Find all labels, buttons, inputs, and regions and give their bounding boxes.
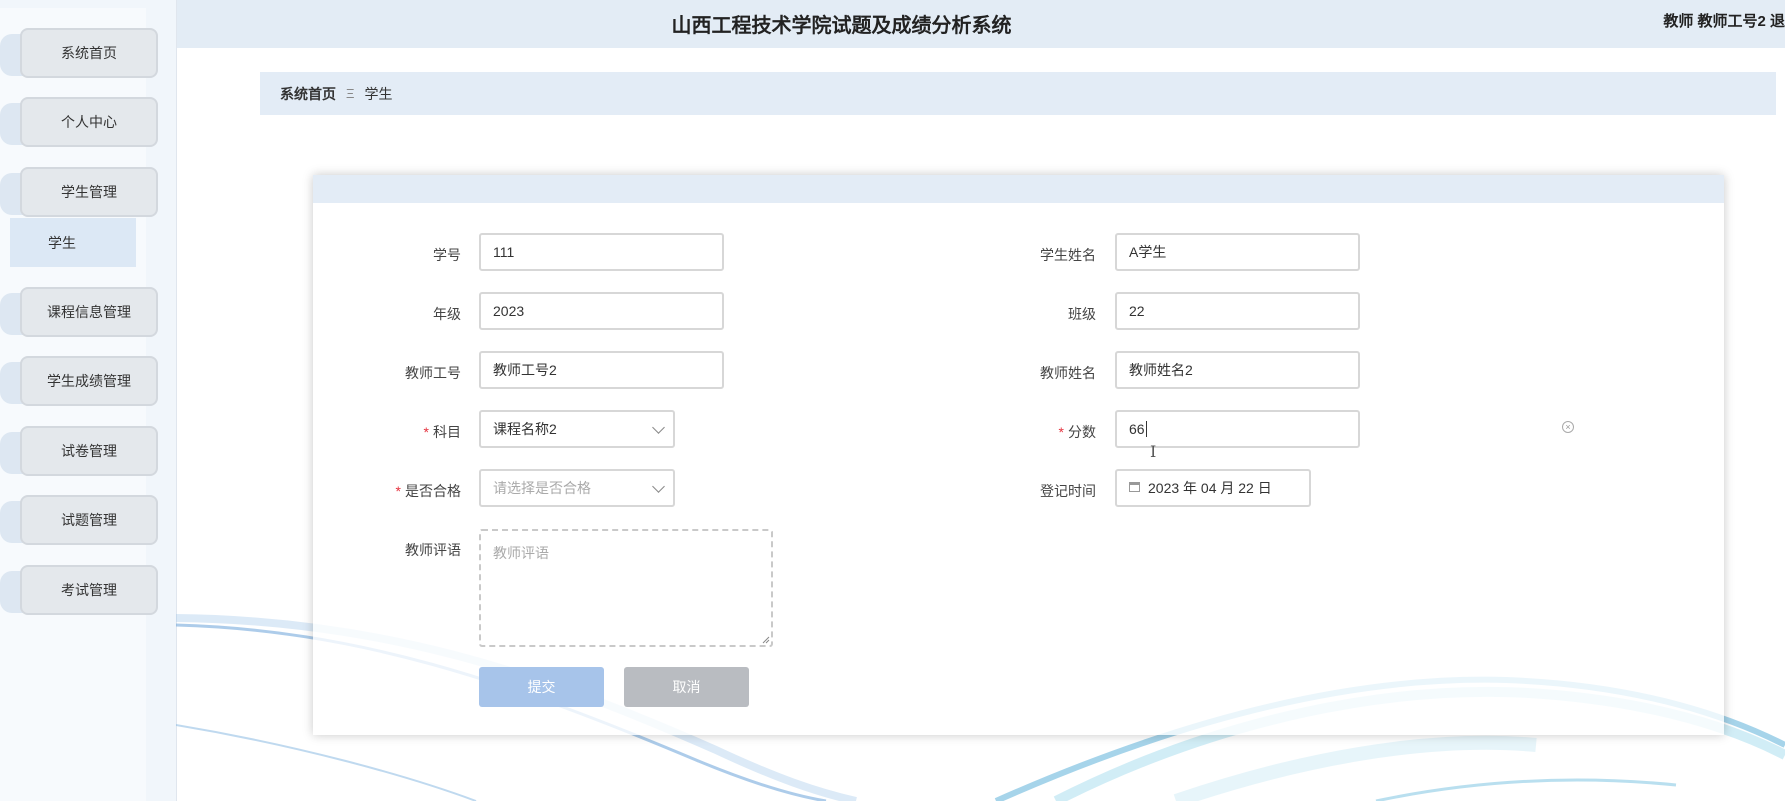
comment-textarea[interactable]: 教师评语 xyxy=(479,529,773,647)
sidebar: 系统首页 个人中心 学生管理 学生 课程信息管理 学生成绩管理 试卷管理 试题管… xyxy=(0,0,177,801)
teacher-name-label: 教师姓名 xyxy=(1040,365,1096,381)
card-header xyxy=(313,175,1724,203)
sidebar-item-exam-management[interactable]: 考试管理 xyxy=(0,565,161,617)
grade-field[interactable]: 2023 xyxy=(479,292,724,330)
student-id-field[interactable]: 111 xyxy=(479,233,724,271)
student-name-label: 学生姓名 xyxy=(1040,247,1096,263)
required-mark: * xyxy=(395,483,401,499)
sidebar-subitem-student[interactable]: 学生 xyxy=(10,218,136,267)
breadcrumb: 系统首页 Ξ 学生 xyxy=(260,72,1776,115)
student-name-field[interactable]: A学生 xyxy=(1115,233,1360,271)
sidebar-item-label[interactable]: 考试管理 xyxy=(20,565,158,615)
passed-label: * 是否合格 xyxy=(395,483,461,499)
breadcrumb-home-link[interactable]: 系统首页 xyxy=(280,84,336,104)
user-info[interactable]: 教师 教师工号2 退 xyxy=(1663,10,1785,31)
student-form-card: 学号 111 学生姓名 A学生 年级 2023 班级 22 教师工号 教师工号2… xyxy=(313,175,1724,735)
clear-icon[interactable]: × xyxy=(1562,421,1574,433)
required-mark: * xyxy=(1058,424,1064,440)
sidebar-item-label[interactable]: 学生管理 xyxy=(20,167,158,217)
teacher-id-field[interactable]: 教师工号2 xyxy=(479,351,724,389)
breadcrumb-separator-icon: Ξ xyxy=(346,86,355,101)
sidebar-item-question-management[interactable]: 试题管理 xyxy=(0,495,161,547)
subject-select[interactable]: 课程名称2 xyxy=(479,410,675,448)
student-id-label: 学号 xyxy=(433,247,461,263)
subject-label: * 科目 xyxy=(423,424,461,440)
text-caret xyxy=(1145,421,1147,437)
calendar-icon xyxy=(1129,482,1140,492)
grade-label: 年级 xyxy=(433,306,461,322)
sidebar-item-label[interactable]: 课程信息管理 xyxy=(20,287,158,337)
submit-button[interactable]: 提交 xyxy=(479,667,604,707)
sidebar-item-label[interactable]: 个人中心 xyxy=(20,97,158,147)
resize-grip-icon[interactable] xyxy=(762,636,770,644)
sidebar-item-score-management[interactable]: 学生成绩管理 xyxy=(0,356,161,408)
sidebar-item-paper-management[interactable]: 试卷管理 xyxy=(0,426,161,478)
chevron-down-icon xyxy=(652,421,665,434)
comment-label: 教师评语 xyxy=(405,542,461,558)
sidebar-item-label[interactable]: 学生成绩管理 xyxy=(20,356,158,406)
sidebar-item-course-management[interactable]: 课程信息管理 xyxy=(0,287,161,339)
chevron-down-icon xyxy=(652,480,665,493)
passed-select[interactable]: 请选择是否合格 xyxy=(479,469,675,507)
required-mark: * xyxy=(423,424,429,440)
top-header: 山西工程技术学院试题及成绩分析系统 教师 教师工号2 退 xyxy=(177,0,1785,48)
breadcrumb-current: 学生 xyxy=(364,85,393,102)
sidebar-item-label[interactable]: 试卷管理 xyxy=(20,426,158,476)
score-label: * 分数 xyxy=(1058,424,1096,440)
cancel-button[interactable]: 取消 xyxy=(624,667,749,707)
class-label: 班级 xyxy=(1068,306,1096,322)
register-time-picker[interactable]: 2023 年 04 月 22 日 xyxy=(1115,469,1311,507)
sidebar-item-label[interactable]: 试题管理 xyxy=(20,495,158,545)
teacher-id-label: 教师工号 xyxy=(405,365,461,381)
sidebar-item-profile[interactable]: 个人中心 xyxy=(0,97,161,149)
teacher-name-field[interactable]: 教师姓名2 xyxy=(1115,351,1360,389)
text-cursor-icon: I xyxy=(1150,442,1157,461)
app-title: 山西工程技术学院试题及成绩分析系统 xyxy=(671,15,1012,37)
sidebar-item-student-management[interactable]: 学生管理 xyxy=(0,167,161,219)
class-field[interactable]: 22 xyxy=(1115,292,1360,330)
register-time-label: 登记时间 xyxy=(1040,483,1096,499)
